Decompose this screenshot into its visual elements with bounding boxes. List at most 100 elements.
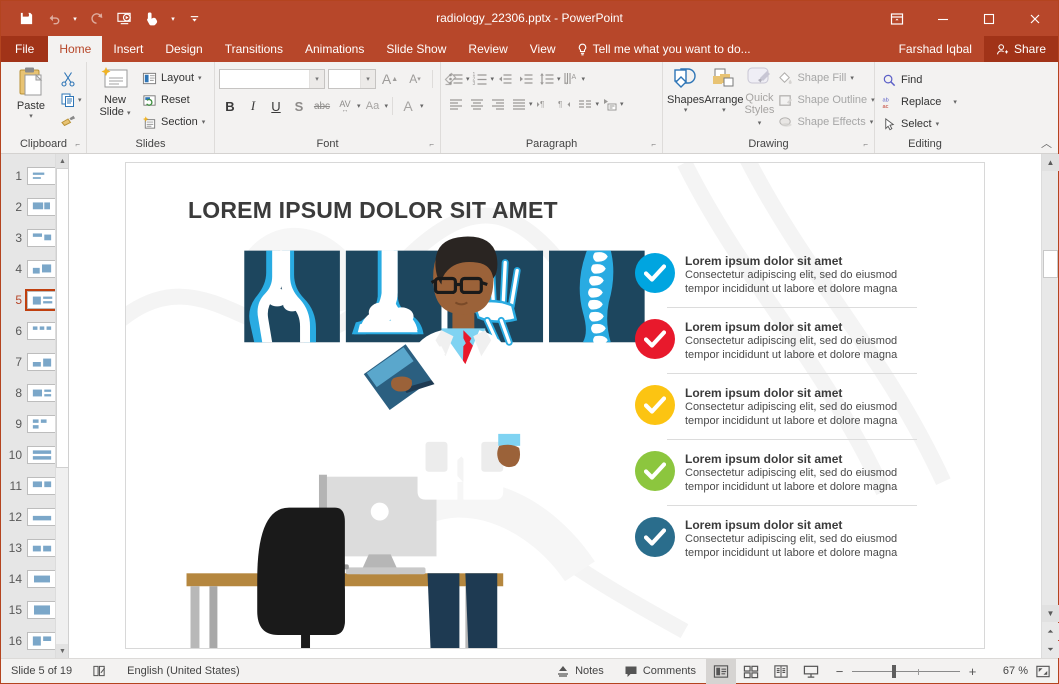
align-left-button[interactable] (445, 93, 466, 114)
slide-thumbnail-preview[interactable] (27, 570, 57, 588)
slide-thumbnail-preview[interactable] (27, 353, 57, 371)
cut-button[interactable] (57, 68, 78, 89)
zoom-handle[interactable] (892, 665, 896, 678)
slide-thumbnail-preview[interactable] (27, 508, 57, 526)
font-size-dropdown-icon[interactable]: ▾ (360, 70, 375, 88)
paragraph-dialog-launcher[interactable]: ⌐ (651, 138, 656, 152)
replace-dropdown-icon[interactable]: ▾ (953, 98, 957, 106)
tab-animations[interactable]: Animations (294, 36, 375, 62)
touch-mode-icon[interactable] (139, 7, 165, 31)
previous-slide-icon[interactable]: ⏶ (1042, 623, 1059, 640)
decrease-font-size-button[interactable]: A▾ (404, 68, 426, 90)
font-color-button[interactable]: A (397, 95, 419, 117)
slide-thumbnail-preview[interactable] (27, 291, 57, 309)
minimize-icon[interactable] (920, 1, 966, 36)
arrange-dropdown-icon[interactable]: ▾ (722, 106, 726, 114)
slide-counter[interactable]: Slide 5 of 19 (1, 659, 82, 684)
slide-thumbnail-preview[interactable] (27, 539, 57, 557)
shape-fill-button[interactable]: Shape Fill ▾ (775, 67, 877, 89)
thumbnail-scroll-up-icon[interactable]: ▲ (56, 154, 69, 168)
bold-button[interactable]: B (219, 95, 241, 117)
share-button[interactable]: Share (984, 36, 1058, 62)
strikethrough-button[interactable]: abc (311, 95, 333, 117)
bullet-item[interactable]: Lorem ipsum dolor sit ametConsectetur ad… (635, 439, 905, 505)
zoom-out-button[interactable]: − (834, 664, 845, 679)
tab-review[interactable]: Review (457, 36, 518, 62)
increase-font-size-button[interactable]: A▲ (379, 68, 401, 90)
align-right-button[interactable] (487, 93, 508, 114)
replace-button[interactable]: abac Replace ▾ (879, 91, 960, 113)
copy-button[interactable] (57, 89, 78, 110)
save-icon[interactable] (13, 7, 39, 31)
collapse-ribbon-icon[interactable]: ︿ (1041, 135, 1052, 151)
text-shadow-button[interactable]: S (288, 95, 310, 117)
text-direction-dropdown-icon[interactable]: ▾ (582, 75, 586, 83)
new-slide-button[interactable]: NewSlide ▾ (91, 66, 139, 120)
slide-thumbnail-preview[interactable] (27, 632, 57, 650)
slide-thumbnail-preview[interactable] (27, 198, 57, 216)
language-indicator[interactable]: English (United States) (117, 659, 250, 684)
quick-styles-dropdown-icon[interactable]: ▾ (758, 120, 762, 127)
character-spacing-button[interactable]: AV↔ (334, 95, 356, 117)
increase-indent-button[interactable] (515, 68, 536, 89)
section-dropdown-icon[interactable]: ▾ (202, 118, 206, 126)
reset-button[interactable]: Reset (139, 89, 208, 111)
customize-quick-access-icon[interactable] (181, 7, 207, 31)
paste-dropdown-icon[interactable]: ▾ (29, 112, 33, 120)
font-name-dropdown-icon[interactable]: ▾ (309, 70, 324, 88)
normal-view-button[interactable] (706, 659, 736, 684)
section-button[interactable]: Section ▾ (139, 111, 208, 133)
thumbnail-scrollbar[interactable]: ▲ ▼ (55, 154, 68, 658)
align-center-button[interactable] (466, 93, 487, 114)
close-icon[interactable] (1012, 1, 1058, 36)
font-color-dropdown-icon[interactable]: ▾ (420, 102, 424, 110)
spell-check-button[interactable] (82, 659, 117, 684)
underline-button[interactable]: U (265, 95, 287, 117)
slide-thumbnail-preview[interactable] (27, 446, 57, 464)
shape-effects-button[interactable]: Shape Effects ▾ (775, 111, 877, 133)
zoom-level-label[interactable]: 67 % (986, 665, 1028, 677)
font-name-combo[interactable]: ▾ (219, 69, 325, 89)
slide-thumbnail-preview[interactable] (27, 415, 57, 433)
bullet-item[interactable]: Lorem ipsum dolor sit ametConsectetur ad… (635, 253, 905, 307)
font-dialog-launcher[interactable]: ⌐ (429, 138, 434, 152)
tab-file[interactable]: File (1, 36, 48, 62)
copy-dropdown-icon[interactable]: ▾ (78, 96, 82, 104)
shape-effects-dropdown-icon[interactable]: ▾ (870, 118, 874, 126)
reading-view-button[interactable] (766, 659, 796, 684)
slide-thumbnail-preview[interactable] (27, 322, 57, 340)
start-from-beginning-icon[interactable] (111, 7, 137, 31)
align-text-button[interactable] (575, 93, 596, 114)
slide-thumbnail-preview[interactable] (27, 477, 57, 495)
format-painter-button[interactable] (57, 110, 78, 131)
slide-sorter-view-button[interactable] (736, 659, 766, 684)
bullet-item[interactable]: Lorem ipsum dolor sit ametConsectetur ad… (635, 373, 905, 439)
scrollbar-thumb[interactable] (1043, 250, 1058, 278)
shape-outline-button[interactable]: Shape Outline ▾ (775, 89, 877, 111)
notes-button[interactable]: Notes (546, 659, 614, 684)
new-slide-dropdown-icon[interactable]: ▾ (127, 110, 131, 117)
tab-design[interactable]: Design (154, 36, 213, 62)
thumbnail-scrollbar-thumb[interactable] (56, 168, 69, 468)
justify-button[interactable] (508, 93, 529, 114)
tab-transitions[interactable]: Transitions (214, 36, 294, 62)
tab-view[interactable]: View (519, 36, 567, 62)
next-slide-icon[interactable]: ⏷ (1042, 641, 1059, 658)
undo-dropdown-icon[interactable]: ▾ (69, 7, 81, 31)
drawing-dialog-launcher[interactable]: ⌐ (863, 138, 868, 152)
layout-button[interactable]: Layout ▾ (139, 67, 208, 89)
slide-thumbnail-preview[interactable] (27, 260, 57, 278)
scroll-down-icon[interactable]: ▼ (1042, 605, 1059, 622)
shapes-dropdown-icon[interactable]: ▾ (684, 106, 688, 114)
tab-insert[interactable]: Insert (102, 36, 154, 62)
undo-icon[interactable] (41, 7, 67, 31)
rtl-text-direction-button[interactable]: ¶ (554, 93, 575, 114)
tab-slide-show[interactable]: Slide Show (375, 36, 457, 62)
smartart-dropdown-icon[interactable]: ▾ (620, 100, 624, 108)
text-direction-button[interactable]: A (561, 68, 582, 89)
convert-to-smartart-button[interactable] (599, 93, 620, 114)
scroll-up-icon[interactable]: ▲ (1042, 154, 1059, 171)
tab-home[interactable]: Home (48, 36, 102, 62)
change-case-dropdown-icon[interactable]: ▾ (385, 102, 389, 110)
font-size-combo[interactable]: ▾ (328, 69, 376, 89)
